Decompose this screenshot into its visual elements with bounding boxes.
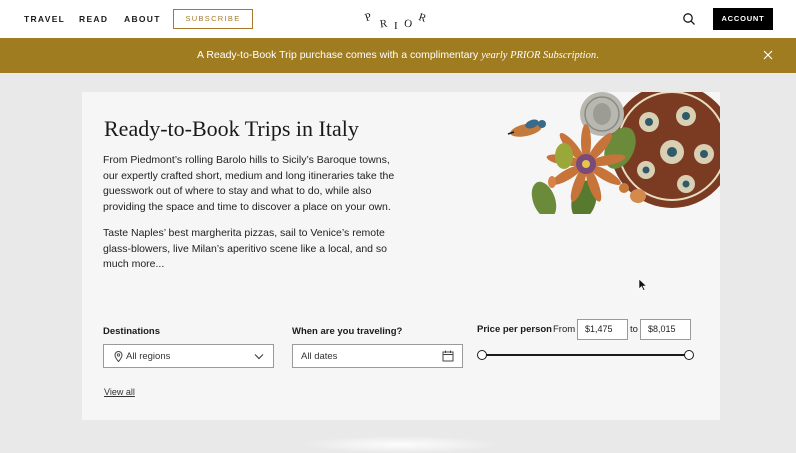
banner-text: A Ready-to-Book Trip purchase comes with… [196,49,479,61]
banner-message: A Ready-to-Book Trip purchase comes with… [0,49,796,61]
bottom-glow [300,436,500,453]
price-slider-max-handle[interactable] [684,350,694,360]
top-nav: TRAVEL READ ABOUT SUBSCRIBE P R I O R AC… [0,0,796,38]
logo-letter-p: P [363,11,373,24]
nav-about-link[interactable]: ABOUT [124,14,161,24]
destinations-label: Destinations [103,326,161,337]
account-button[interactable]: ACCOUNT [713,8,773,30]
price-min-input[interactable]: $1,475 [577,319,628,340]
bird [507,119,546,137]
trips-card: Ready-to-Book Trips in Italy From Piedmo… [82,92,720,420]
subscribe-button[interactable]: SUBSCRIBE [173,9,253,29]
hero-description: From Piedmont’s rolling Barolo hills to … [103,153,403,284]
logo-letter-r2: R [417,11,428,25]
close-icon[interactable] [763,50,773,60]
price-from-label: From [553,324,576,335]
banner-subscription-text: yearly PRIOR Subscription [481,50,597,61]
hero-paragraph-2: Taste Naples’ best margherita pizzas, sa… [103,227,388,270]
nav-read-link[interactable]: READ [79,14,108,24]
botanical-illustration [507,92,720,214]
logo-letter-o: O [403,18,413,31]
price-to-label: to [630,324,638,335]
banner-end: . [596,49,600,61]
mouse-cursor-icon [638,278,648,291]
dates-label: When are you traveling? [292,326,403,337]
flower-bud [555,143,573,169]
page-title: Ready-to-Book Trips in Italy [104,116,359,141]
prior-logo[interactable]: P R I O R [360,8,434,34]
fruit [619,183,629,193]
logo-letter-i: I [394,20,398,32]
calendar-icon [442,350,454,362]
chevron-down-icon [254,354,264,360]
dates-value: All dates [301,351,338,362]
price-slider-track[interactable] [482,354,690,356]
price-max-input[interactable]: $8,015 [640,319,691,340]
promo-banner: A Ready-to-Book Trip purchase comes with… [0,38,796,73]
price-label: Price per person [477,324,552,335]
destinations-select[interactable]: All regions [103,344,274,368]
hero-paragraph-1: From Piedmont’s rolling Barolo hills to … [103,154,395,213]
flower-bud [548,176,556,188]
price-slider-min-handle[interactable] [477,350,487,360]
view-all-link[interactable]: View all [104,387,135,397]
dates-select[interactable]: All dates [292,344,463,368]
search-icon[interactable] [682,12,696,26]
logo-letter-r1: R [379,18,389,31]
location-pin-icon [114,351,123,362]
nav-travel-link[interactable]: TRAVEL [24,14,65,24]
destinations-value: All regions [126,351,171,362]
fruit [630,189,646,203]
